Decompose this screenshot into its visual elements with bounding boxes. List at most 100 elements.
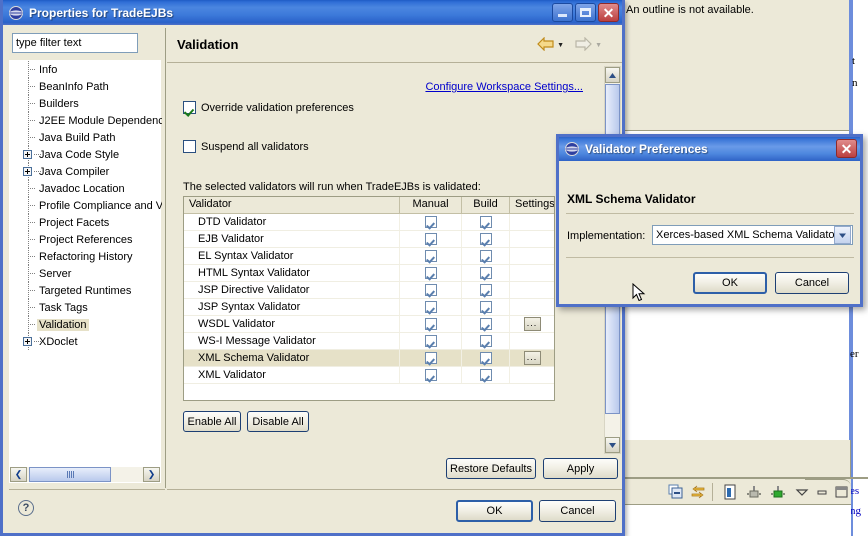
sidebar-item-java-code-style[interactable]: Java Code Style [10,146,162,163]
link-with-editor-icon[interactable] [690,484,706,500]
build-checkbox-cell[interactable] [462,248,510,264]
build-checkbox[interactable] [479,284,492,296]
table-row[interactable]: EL Syntax Validator [184,248,554,265]
help-icon[interactable]: ? [18,500,34,516]
validator-preferences-cancel-button[interactable]: Cancel [775,272,849,294]
validator-preferences-close-button[interactable]: ✕ [836,139,857,158]
sidebar-item-j2ee-module-dependencies[interactable]: J2EE Module Dependencies [10,112,162,129]
override-validation-preferences-checkbox[interactable] [183,101,196,114]
manual-checkbox-cell[interactable] [400,316,462,332]
sidebar-item-profile-compliance-and-validation[interactable]: Profile Compliance and Validation [10,197,162,214]
build-checkbox-cell[interactable] [462,316,510,332]
manual-checkbox-cell[interactable] [400,350,462,366]
enable-all-button[interactable]: Enable All [183,411,241,432]
sidebar-item-info[interactable]: Info [10,61,162,78]
build-checkbox-cell[interactable] [462,367,510,383]
manual-checkbox-cell[interactable] [400,367,462,383]
sidebar-item-server[interactable]: Server [10,265,162,282]
sidebar-item-xdoclet[interactable]: XDoclet [10,333,162,350]
manual-checkbox[interactable] [424,335,437,347]
build-checkbox[interactable] [479,216,492,228]
disable-all-button[interactable]: Disable All [247,411,309,432]
manual-checkbox[interactable] [424,369,437,381]
suspend-all-validators-checkbox[interactable] [183,140,196,153]
maximize-button[interactable] [575,3,596,22]
sidebar-item-java-compiler[interactable]: Java Compiler [10,163,162,180]
manual-checkbox[interactable] [424,233,437,245]
build-checkbox[interactable] [479,369,492,381]
sidebar-item-validation[interactable]: Validation [10,316,162,333]
build-checkbox[interactable] [479,267,492,279]
manual-checkbox-cell[interactable] [400,265,462,281]
manual-checkbox[interactable] [424,318,437,330]
close-button[interactable]: ✕ [598,3,619,22]
build-checkbox[interactable] [479,335,492,347]
settings-ellipsis-button[interactable]: ... [523,351,541,365]
sidebar-item-project-references[interactable]: Project References [10,231,162,248]
manual-checkbox-cell[interactable] [400,214,462,230]
manual-checkbox-cell[interactable] [400,248,462,264]
properties-tree[interactable]: Info BeanInfo Path Builders J2EE Module Dep… [9,60,162,466]
tree-expand-plus-icon[interactable] [23,337,32,346]
filter-input[interactable] [12,33,138,53]
table-row[interactable]: HTML Syntax Validator [184,265,554,282]
build-checkbox-cell[interactable] [462,282,510,298]
minimize-button[interactable] [552,3,573,22]
table-row[interactable]: DTD Validator [184,214,554,231]
validator-preferences-titlebar[interactable]: Validator Preferences [559,137,860,161]
implementation-select[interactable]: Xerces-based XML Schema Validator [652,225,853,245]
table-row[interactable]: XML Schema Validator... [184,350,554,367]
manual-checkbox-cell[interactable] [400,231,462,247]
apply-button[interactable]: Apply [543,458,618,479]
build-checkbox[interactable] [479,301,492,313]
build-checkbox-cell[interactable] [462,265,510,281]
sidebar-item-builders[interactable]: Builders [10,95,162,112]
sidebar-item-targeted-runtimes[interactable]: Targeted Runtimes [10,282,162,299]
tree-expand-plus-icon[interactable] [23,150,32,159]
sidebar-item-javadoc-location[interactable]: Javadoc Location [10,180,162,197]
back-arrow-icon[interactable] [537,36,554,54]
ok-button[interactable]: OK [456,500,533,522]
back-dropdown-icon[interactable]: ▼ [557,42,564,49]
manual-checkbox[interactable] [424,250,437,262]
tree-hscroll-track[interactable] [27,467,143,482]
column-header-build[interactable]: Build [462,197,510,213]
tree-expand-plus-icon[interactable] [23,167,32,176]
collapse-all-icon[interactable] [668,484,684,500]
cancel-button[interactable]: Cancel [539,500,616,522]
sidebar-item-project-facets[interactable]: Project Facets [10,214,162,231]
build-checkbox-cell[interactable] [462,214,510,230]
scroll-right-arrow-icon[interactable]: ❯ [143,467,160,482]
column-header-settings[interactable]: Settings [510,197,554,213]
scroll-up-arrow-icon[interactable] [605,67,620,83]
scroll-left-arrow-icon[interactable]: ❮ [10,467,27,482]
configure-workspace-settings-link[interactable]: Configure Workspace Settings... [425,81,583,93]
manual-checkbox[interactable] [424,301,437,313]
build-checkbox-cell[interactable] [462,299,510,315]
new-document-icon[interactable] [722,484,738,500]
table-row[interactable]: WS-I Message Validator [184,333,554,350]
scroll-down-arrow-icon[interactable] [605,437,620,453]
settings-cell[interactable]: ... [510,316,554,332]
column-header-validator[interactable]: Validator [184,197,400,213]
restore-defaults-button[interactable]: Restore Defaults [446,458,536,479]
deploy-gray-icon[interactable] [746,484,762,500]
table-row[interactable]: WSDL Validator... [184,316,554,333]
chevron-down-icon[interactable] [834,226,851,244]
build-checkbox[interactable] [479,352,492,364]
manual-checkbox[interactable] [424,352,437,364]
table-row[interactable]: JSP Directive Validator [184,282,554,299]
build-checkbox[interactable] [479,250,492,262]
properties-dialog-titlebar[interactable]: Properties for TradeEJBs ✕ [3,0,622,25]
table-row[interactable]: EJB Validator [184,231,554,248]
column-header-manual[interactable]: Manual [400,197,462,213]
sidebar-item-beaninfo-path[interactable]: BeanInfo Path [10,78,162,95]
build-checkbox[interactable] [479,318,492,330]
manual-checkbox-cell[interactable] [400,299,462,315]
build-checkbox[interactable] [479,233,492,245]
settings-ellipsis-button[interactable]: ... [523,317,541,331]
build-checkbox-cell[interactable] [462,231,510,247]
manual-checkbox[interactable] [424,284,437,296]
manual-checkbox[interactable] [424,267,437,279]
deploy-green-icon[interactable] [770,484,786,500]
